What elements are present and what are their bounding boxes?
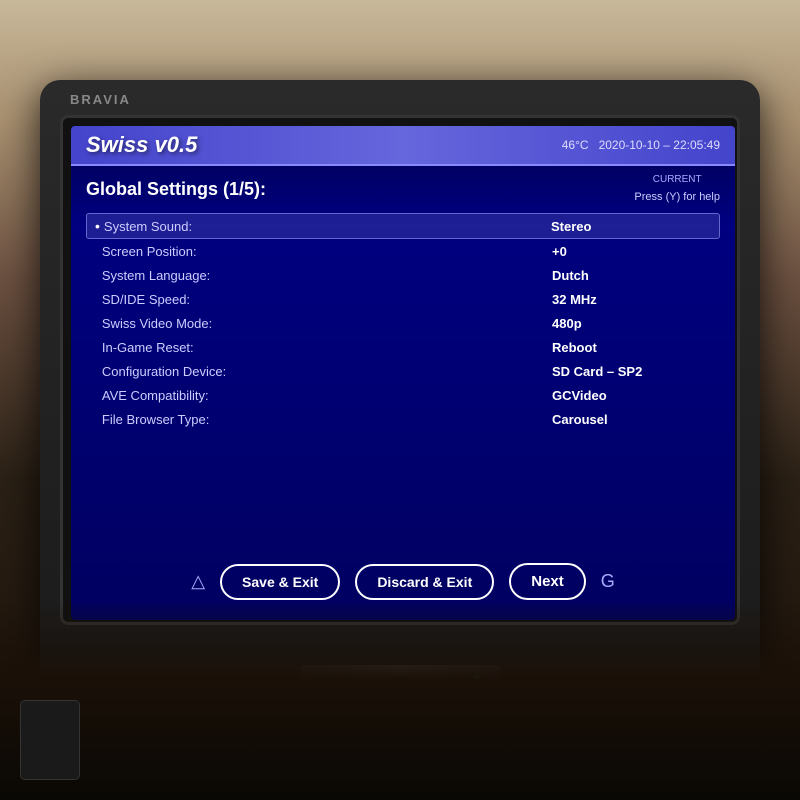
settings-header-row: Global Settings (1/5): CURRENT Press (Y)…	[86, 174, 720, 205]
label-system-language: System Language:	[102, 268, 552, 283]
label-ingame-reset: In-Game Reset:	[102, 340, 552, 355]
tv-screen: Swiss v0.5 46°C 2020-10-10 – 22:05:49 Gl…	[71, 126, 735, 620]
current-label: CURRENT	[634, 174, 720, 185]
value-file-browser-type: Carousel	[552, 412, 712, 427]
swiss-info: 46°C 2020-10-10 – 22:05:49	[562, 138, 720, 152]
setting-row-video-mode[interactable]: Swiss Video Mode: 480p	[86, 311, 720, 335]
label-sdide-speed: SD/IDE Speed:	[102, 292, 552, 307]
setting-row-screen-position[interactable]: Screen Position: +0	[86, 239, 720, 263]
value-system-sound: Stereo	[551, 219, 711, 234]
setting-row-ave-compatibility[interactable]: AVE Compatibility: GCVideo	[86, 383, 720, 407]
help-text: Press (Y) for help	[634, 191, 720, 203]
setting-row-system-sound[interactable]: • System Sound: Stereo	[86, 213, 720, 239]
label-file-browser-type: File Browser Type:	[102, 412, 552, 427]
floor-area	[0, 600, 800, 800]
label-video-mode: Swiss Video Mode:	[102, 316, 552, 331]
value-video-mode: 480p	[552, 316, 712, 331]
value-screen-position: +0	[552, 244, 712, 259]
setting-row-system-language[interactable]: System Language: Dutch	[86, 263, 720, 287]
swiss-header: Swiss v0.5 46°C 2020-10-10 – 22:05:49	[71, 126, 735, 166]
bullet-icon	[94, 267, 98, 283]
temperature: 46°C	[562, 138, 589, 152]
bullet-icon	[94, 363, 98, 379]
setting-row-file-browser-type[interactable]: File Browser Type: Carousel	[86, 407, 720, 431]
value-config-device: SD Card – SP2	[552, 364, 712, 379]
discard-exit-button[interactable]: Discard & Exit	[355, 564, 494, 600]
label-config-device: Configuration Device:	[102, 364, 552, 379]
triangle-icon: △	[191, 571, 205, 592]
tv-brand: BRAVIA	[70, 92, 131, 107]
g-icon: G	[601, 571, 615, 592]
bullet-icon	[94, 291, 98, 307]
label-system-sound: System Sound:	[104, 219, 551, 234]
tv-screen-bezel: Swiss v0.5 46°C 2020-10-10 – 22:05:49 Gl…	[60, 115, 740, 625]
save-exit-button[interactable]: Save & Exit	[220, 564, 340, 600]
next-button[interactable]: Next	[509, 563, 586, 600]
value-ave-compatibility: GCVideo	[552, 388, 712, 403]
setting-row-config-device[interactable]: Configuration Device: SD Card – SP2	[86, 359, 720, 383]
bullet-icon	[94, 339, 98, 355]
bullet-icon	[94, 411, 98, 427]
swiss-title: Swiss v0.5	[86, 132, 197, 158]
settings-panel: Global Settings (1/5): CURRENT Press (Y)…	[71, 166, 735, 439]
bullet-icon: •	[95, 218, 100, 234]
bullet-icon	[94, 315, 98, 331]
settings-page-title: Global Settings (1/5):	[86, 179, 266, 200]
value-system-language: Dutch	[552, 268, 712, 283]
speaker-left	[20, 700, 80, 780]
bullet-icon	[94, 387, 98, 403]
setting-row-ingame-reset[interactable]: In-Game Reset: Reboot	[86, 335, 720, 359]
datetime: 2020-10-10 – 22:05:49	[599, 138, 720, 152]
setting-row-sdide-speed[interactable]: SD/IDE Speed: 32 MHz	[86, 287, 720, 311]
label-ave-compatibility: AVE Compatibility:	[102, 388, 552, 403]
value-ingame-reset: Reboot	[552, 340, 712, 355]
value-sdide-speed: 32 MHz	[552, 292, 712, 307]
bullet-icon	[94, 243, 98, 259]
settings-list: • System Sound: Stereo Screen Position: …	[86, 213, 720, 431]
label-screen-position: Screen Position:	[102, 244, 552, 259]
bottom-controls: △ Save & Exit Discard & Exit Next G	[71, 563, 735, 600]
